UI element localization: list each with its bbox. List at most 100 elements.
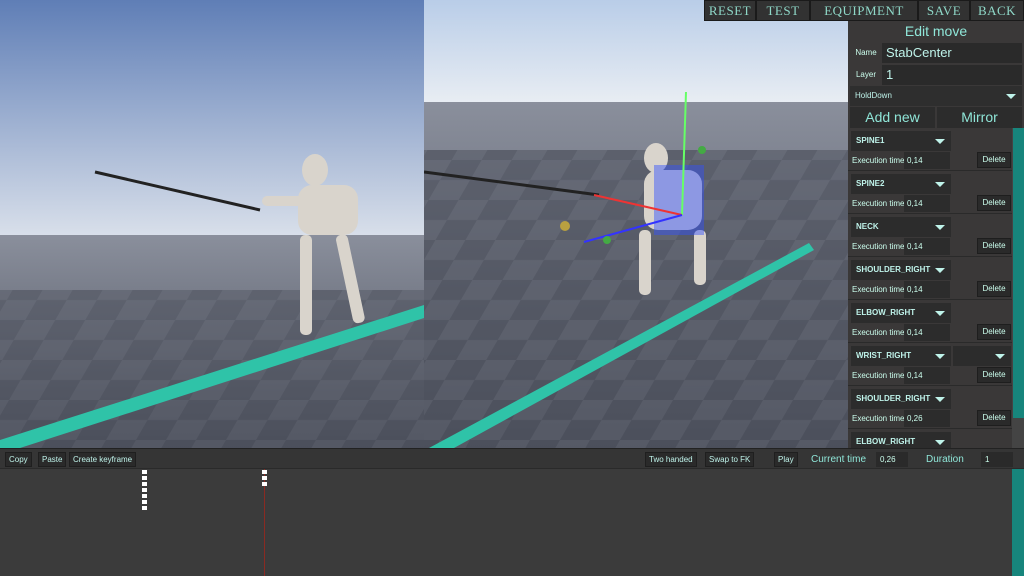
keyframe-marker[interactable] [262, 482, 267, 486]
bone-name: WRIST_RIGHT [856, 351, 912, 360]
bone-name: NECK [856, 222, 879, 231]
keyframe-marker[interactable] [142, 500, 147, 504]
execution-time-label: Execution time [852, 328, 905, 337]
test-button[interactable]: TEST [756, 0, 810, 21]
keyframe-marker[interactable] [142, 494, 147, 498]
execution-time-input[interactable]: 0,14 [904, 152, 950, 169]
execution-time-label: Execution time [852, 414, 905, 423]
execution-time-input[interactable]: 0,14 [904, 238, 950, 255]
duration-input[interactable]: 1 [981, 452, 1013, 467]
bone-item: SPINE2 Execution time 0,14 Delete [848, 171, 1012, 214]
current-time-input[interactable]: 0,26 [876, 452, 908, 467]
bone-item: ELBOW_RIGHT Execution time 0,14 Delete [848, 300, 1012, 343]
execution-time-input[interactable]: 0,14 [904, 281, 950, 298]
delete-button[interactable]: Delete [977, 195, 1011, 211]
layer-input[interactable]: 1 [882, 64, 1022, 85]
chevron-down-icon [935, 268, 945, 273]
delete-button[interactable]: Delete [977, 324, 1011, 340]
bone-dropdown[interactable]: ELBOW_RIGHT [851, 303, 951, 323]
back-button[interactable]: BACK [970, 0, 1024, 21]
chevron-down-icon [935, 225, 945, 230]
two-handed-button[interactable]: Two handed [645, 452, 697, 467]
chevron-down-icon [935, 354, 945, 359]
mode-dropdown[interactable]: HoldDown [850, 86, 1022, 106]
keyframe-marker[interactable] [262, 470, 267, 474]
secondary-dropdown[interactable] [953, 346, 1011, 366]
execution-time-input[interactable]: 0,14 [904, 195, 950, 212]
chevron-down-icon [935, 311, 945, 316]
mirror-button[interactable]: Mirror [937, 107, 1022, 128]
name-label: Name [855, 48, 877, 57]
delete-button[interactable]: Delete [977, 410, 1011, 426]
keyframe-marker[interactable] [142, 470, 147, 474]
scene-left [0, 0, 424, 448]
execution-time-label: Execution time [852, 371, 905, 380]
execution-time-input[interactable]: 0,14 [904, 367, 950, 384]
mode-value: HoldDown [855, 91, 892, 100]
bone-name: SPINE2 [856, 179, 885, 188]
viewport-right[interactable] [424, 0, 848, 448]
paste-button[interactable]: Paste [38, 452, 67, 467]
delete-button[interactable]: Delete [977, 238, 1011, 254]
bone-item: SHOULDER_RIGHT Execution time 0,26 Delete [848, 386, 1012, 429]
delete-button[interactable]: Delete [977, 367, 1011, 383]
chevron-down-icon [935, 397, 945, 402]
chevron-down-icon [935, 182, 945, 187]
bone-item: WRIST_RIGHT Execution time 0,14 Delete [848, 343, 1012, 386]
copy-button[interactable]: Copy [5, 452, 32, 467]
keyframe-marker[interactable] [142, 476, 147, 480]
execution-time-input[interactable]: 0,26 [904, 410, 950, 427]
execution-time-label: Execution time [852, 199, 905, 208]
keyframe-marker[interactable] [142, 482, 147, 486]
panel-title: Edit move [904, 23, 968, 39]
bone-dropdown[interactable]: NECK [851, 217, 951, 237]
chevron-down-icon [935, 440, 945, 445]
delete-button[interactable]: Delete [977, 152, 1011, 168]
delete-button[interactable]: Delete [977, 281, 1011, 297]
bone-dropdown[interactable]: WRIST_RIGHT [851, 346, 951, 366]
timeline-track[interactable] [0, 469, 1012, 576]
bone-list-scrollbar[interactable] [1012, 128, 1024, 448]
keyframe-marker[interactable] [262, 476, 267, 480]
chevron-down-icon [935, 139, 945, 144]
save-button[interactable]: SAVE [918, 0, 970, 21]
ik-selection[interactable] [654, 165, 704, 235]
bone-name: ELBOW_RIGHT [856, 437, 916, 446]
bone-dropdown[interactable]: SPINE1 [851, 131, 951, 151]
top-menu: RESET TEST EQUIPMENT SAVE BACK [704, 0, 1024, 21]
name-input[interactable]: StabCenter [882, 42, 1022, 63]
swap-to-fk-button[interactable]: Swap to FK [705, 452, 755, 467]
keyframe-marker[interactable] [142, 488, 147, 492]
play-button[interactable]: Play [774, 452, 798, 467]
bone-list: SPINE1 Execution time 0,14 Delete SPINE2 Exec… [848, 128, 1012, 448]
bone-dropdown[interactable]: SHOULDER_RIGHT [851, 389, 951, 409]
chevron-down-icon [995, 354, 1005, 359]
bone-name: SHOULDER_RIGHT [856, 265, 931, 274]
bone-dropdown[interactable]: ELBOW_RIGHT [851, 432, 951, 448]
chevron-down-icon [1006, 94, 1016, 99]
add-new-button[interactable]: Add new [850, 107, 935, 128]
current-time-label: Current time [811, 454, 867, 465]
execution-time-label: Execution time [852, 285, 905, 294]
timeline-scrollbar[interactable] [1012, 469, 1024, 576]
duration-label: Duration [926, 454, 964, 465]
scrollbar-thumb[interactable] [1013, 128, 1024, 418]
bone-item: ELBOW_RIGHT [848, 429, 1012, 448]
create-keyframe-button[interactable]: Create keyframe [69, 452, 137, 467]
reset-button[interactable]: RESET [704, 0, 756, 21]
bone-dropdown[interactable]: SHOULDER_RIGHT [851, 260, 951, 280]
bone-name: SPINE1 [856, 136, 885, 145]
keyframe-marker[interactable] [142, 506, 147, 510]
bone-item: SHOULDER_RIGHT Execution time 0,14 Delete [848, 257, 1012, 300]
equipment-button[interactable]: EQUIPMENT [810, 0, 918, 21]
bone-item: NECK Execution time 0,14 Delete [848, 214, 1012, 257]
bone-dropdown[interactable]: SPINE2 [851, 174, 951, 194]
timeline-toolbar: Copy Paste Create keyframe Two handed Sw… [0, 448, 1024, 469]
execution-time-input[interactable]: 0,14 [904, 324, 950, 341]
bone-name: SHOULDER_RIGHT [856, 394, 931, 403]
viewport-left[interactable] [0, 0, 424, 448]
bone-item: SPINE1 Execution time 0,14 Delete [848, 128, 1012, 171]
scene-right [424, 0, 848, 448]
execution-time-label: Execution time [852, 242, 905, 251]
layer-label: Layer [855, 70, 876, 79]
